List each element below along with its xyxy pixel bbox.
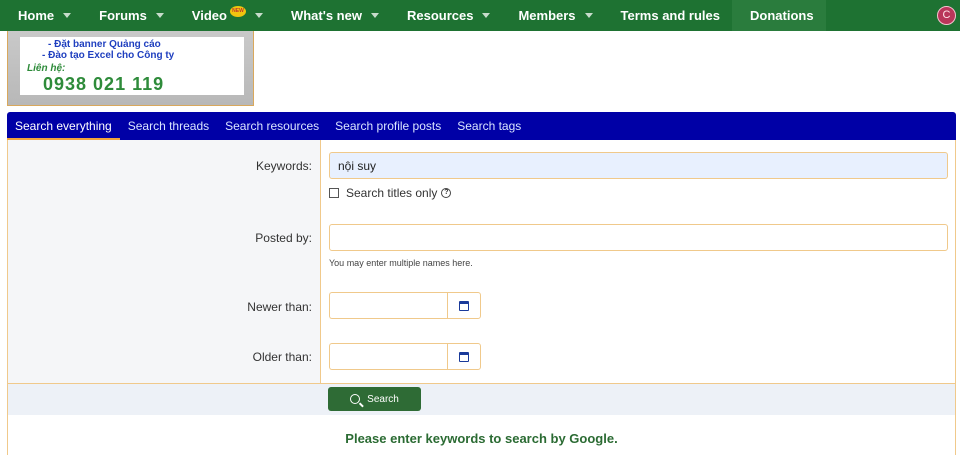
banner-panel: - Đặt banner Quảng cáo - Đào tạo Excel c…: [20, 37, 244, 95]
nav-terms-label: Terms and rules: [620, 8, 720, 23]
search-form: Keywords: nội suy Search titles only ? P…: [7, 140, 956, 384]
tab-search-resources[interactable]: Search resources: [217, 112, 327, 140]
nav-forums[interactable]: Forums: [81, 0, 174, 31]
newer-than-date-picker: [329, 292, 481, 319]
tab-search-everything[interactable]: Search everything: [7, 112, 120, 140]
posted-by-input[interactable]: [329, 224, 948, 251]
nav-whats-new[interactable]: What's new: [272, 0, 389, 31]
nav-terms[interactable]: Terms and rules: [602, 0, 732, 31]
help-icon[interactable]: ?: [441, 188, 452, 198]
keywords-input[interactable]: nội suy: [329, 152, 948, 179]
nav-donations-label: Donations: [750, 8, 814, 23]
posted-by-label: Posted by:: [255, 231, 312, 245]
top-navigation: Home Forums Video NEW What's new Resourc…: [0, 0, 960, 31]
google-search-note: Please enter keywords to search by Googl…: [7, 415, 956, 455]
newer-than-input[interactable]: [329, 292, 447, 319]
newer-than-calendar-button[interactable]: [447, 292, 481, 319]
chevron-down-icon[interactable]: [63, 13, 72, 18]
posted-by-hint: You may enter multiple names here.: [329, 258, 473, 268]
chevron-down-icon[interactable]: [155, 13, 164, 18]
nav-whats-new-label: What's new: [290, 8, 362, 23]
titles-only-label: Search titles only: [346, 186, 438, 200]
search-button-label: Search: [367, 393, 399, 405]
new-badge-icon: NEW: [229, 6, 246, 17]
newer-than-label: Newer than:: [247, 300, 312, 314]
keywords-value: nội suy: [338, 158, 377, 173]
nav-members-label: Members: [518, 8, 576, 23]
chevron-down-icon[interactable]: [254, 13, 263, 18]
tab-search-threads[interactable]: Search threads: [120, 112, 217, 140]
tab-search-tags[interactable]: Search tags: [449, 112, 529, 140]
chevron-down-icon[interactable]: [370, 13, 379, 18]
nav-resources-label: Resources: [406, 8, 474, 23]
search-button[interactable]: Search: [328, 387, 421, 411]
nav-home[interactable]: Home: [0, 0, 82, 31]
banner-contact: Liên hệ:: [27, 63, 66, 74]
chevron-down-icon[interactable]: [482, 13, 491, 18]
advertisement-banner[interactable]: - Đặt banner Quảng cáo - Đào tạo Excel c…: [7, 31, 254, 106]
older-than-date-picker: [329, 343, 481, 370]
titles-only-checkbox[interactable]: [329, 188, 339, 198]
nav-forums-label: Forums: [99, 8, 147, 23]
calendar-icon: [459, 351, 469, 362]
tab-search-profile-posts[interactable]: Search profile posts: [327, 112, 449, 140]
nav-donations[interactable]: Donations: [732, 0, 826, 31]
banner-line-1: - Đặt banner Quảng cáo: [48, 39, 161, 50]
nav-video-label: Video: [191, 8, 227, 23]
nav-list: Home Forums Video NEW What's new Resourc…: [0, 0, 826, 31]
form-label-column: [8, 140, 321, 383]
nav-members[interactable]: Members: [500, 0, 603, 31]
banner-line-2: - Đào tạo Excel cho Công ty: [42, 50, 175, 61]
calendar-icon: [459, 300, 469, 311]
search-icon: [350, 394, 361, 404]
older-than-input[interactable]: [329, 343, 447, 370]
older-than-calendar-button[interactable]: [447, 343, 481, 370]
form-submit-row: Search: [7, 383, 956, 415]
keywords-label: Keywords:: [255, 159, 312, 173]
search-tabs: Search everything Search threads Search …: [7, 112, 956, 140]
older-than-label: Older than:: [252, 350, 312, 364]
nav-video[interactable]: Video NEW: [173, 0, 273, 31]
titles-only-option[interactable]: Search titles only ?: [329, 186, 452, 200]
chevron-down-icon[interactable]: [584, 13, 593, 18]
nav-home-label: Home: [18, 8, 55, 23]
avatar[interactable]: C: [937, 6, 956, 25]
nav-resources[interactable]: Resources: [388, 0, 501, 31]
banner-phone: 0938 021 119: [43, 74, 165, 94]
